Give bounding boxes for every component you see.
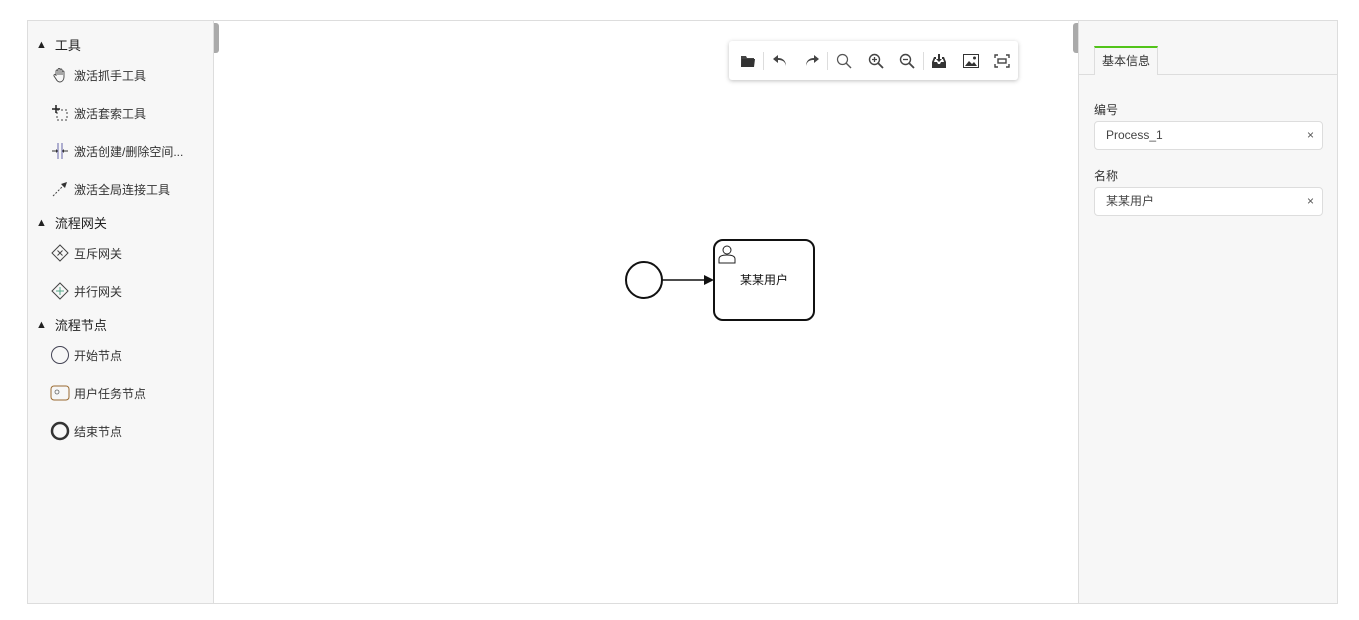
palette: ▲ 工具 激活抓手工具 激活套索工具 激活创建/删除空间... 激活全局连接工具 … [28,21,214,603]
collapse-triangle-icon: ▲ [36,38,47,51]
start-event[interactable] [625,261,663,299]
group-gateways[interactable]: ▲ 流程网关 [36,213,107,232]
editor-frame: ▲ 工具 激活抓手工具 激活套索工具 激活创建/删除空间... 激活全局连接工具 … [27,20,1338,604]
palette-start-event[interactable]: 开始节点 [50,345,122,365]
clear-id-icon[interactable]: × [1307,122,1314,149]
parallel-gateway-icon [50,281,70,301]
group-nodes[interactable]: ▲ 流程节点 [36,315,107,334]
lasso-icon [50,103,70,123]
name-label: 名称 [1094,169,1119,183]
name-field[interactable]: 某某用户 × [1094,187,1323,216]
hand-icon [50,65,70,85]
start-event-icon [50,345,70,365]
id-label: 编号 [1094,103,1119,117]
id-field[interactable]: Process_1 × [1094,121,1323,150]
group-tools[interactable]: ▲ 工具 [36,35,81,54]
diagram-svg [625,239,815,321]
palette-end-event[interactable]: 结束节点 [50,421,122,441]
space-icon [50,141,70,161]
user-task-icon [50,383,70,403]
connect-icon [50,179,70,199]
tab-basic-info[interactable]: 基本信息 [1094,46,1158,75]
exclusive-gateway-icon [50,243,70,263]
palette-hand-tool[interactable]: 激活抓手工具 [50,65,146,85]
palette-space-tool[interactable]: 激活创建/删除空间... [50,141,183,161]
collapse-triangle-icon: ▲ [36,216,47,229]
palette-lasso-tool[interactable]: 激活套索工具 [50,103,146,123]
user-task-label: 某某用户 [739,273,788,287]
palette-user-task[interactable]: 用户任务节点 [50,383,146,403]
properties-panel: 基本信息 编号 Process_1 × 名称 某某用户 × [1078,21,1338,603]
end-event-icon [50,421,70,441]
palette-connect-tool[interactable]: 激活全局连接工具 [50,179,170,199]
diagram-canvas[interactable]: 某某用户 [214,21,1078,603]
clear-name-icon[interactable]: × [1307,188,1314,215]
palette-parallel-gateway[interactable]: 并行网关 [50,281,122,301]
palette-exclusive-gateway[interactable]: 互斥网关 [50,243,122,263]
collapse-triangle-icon: ▲ [36,318,47,331]
arrow-head-icon [704,275,714,285]
